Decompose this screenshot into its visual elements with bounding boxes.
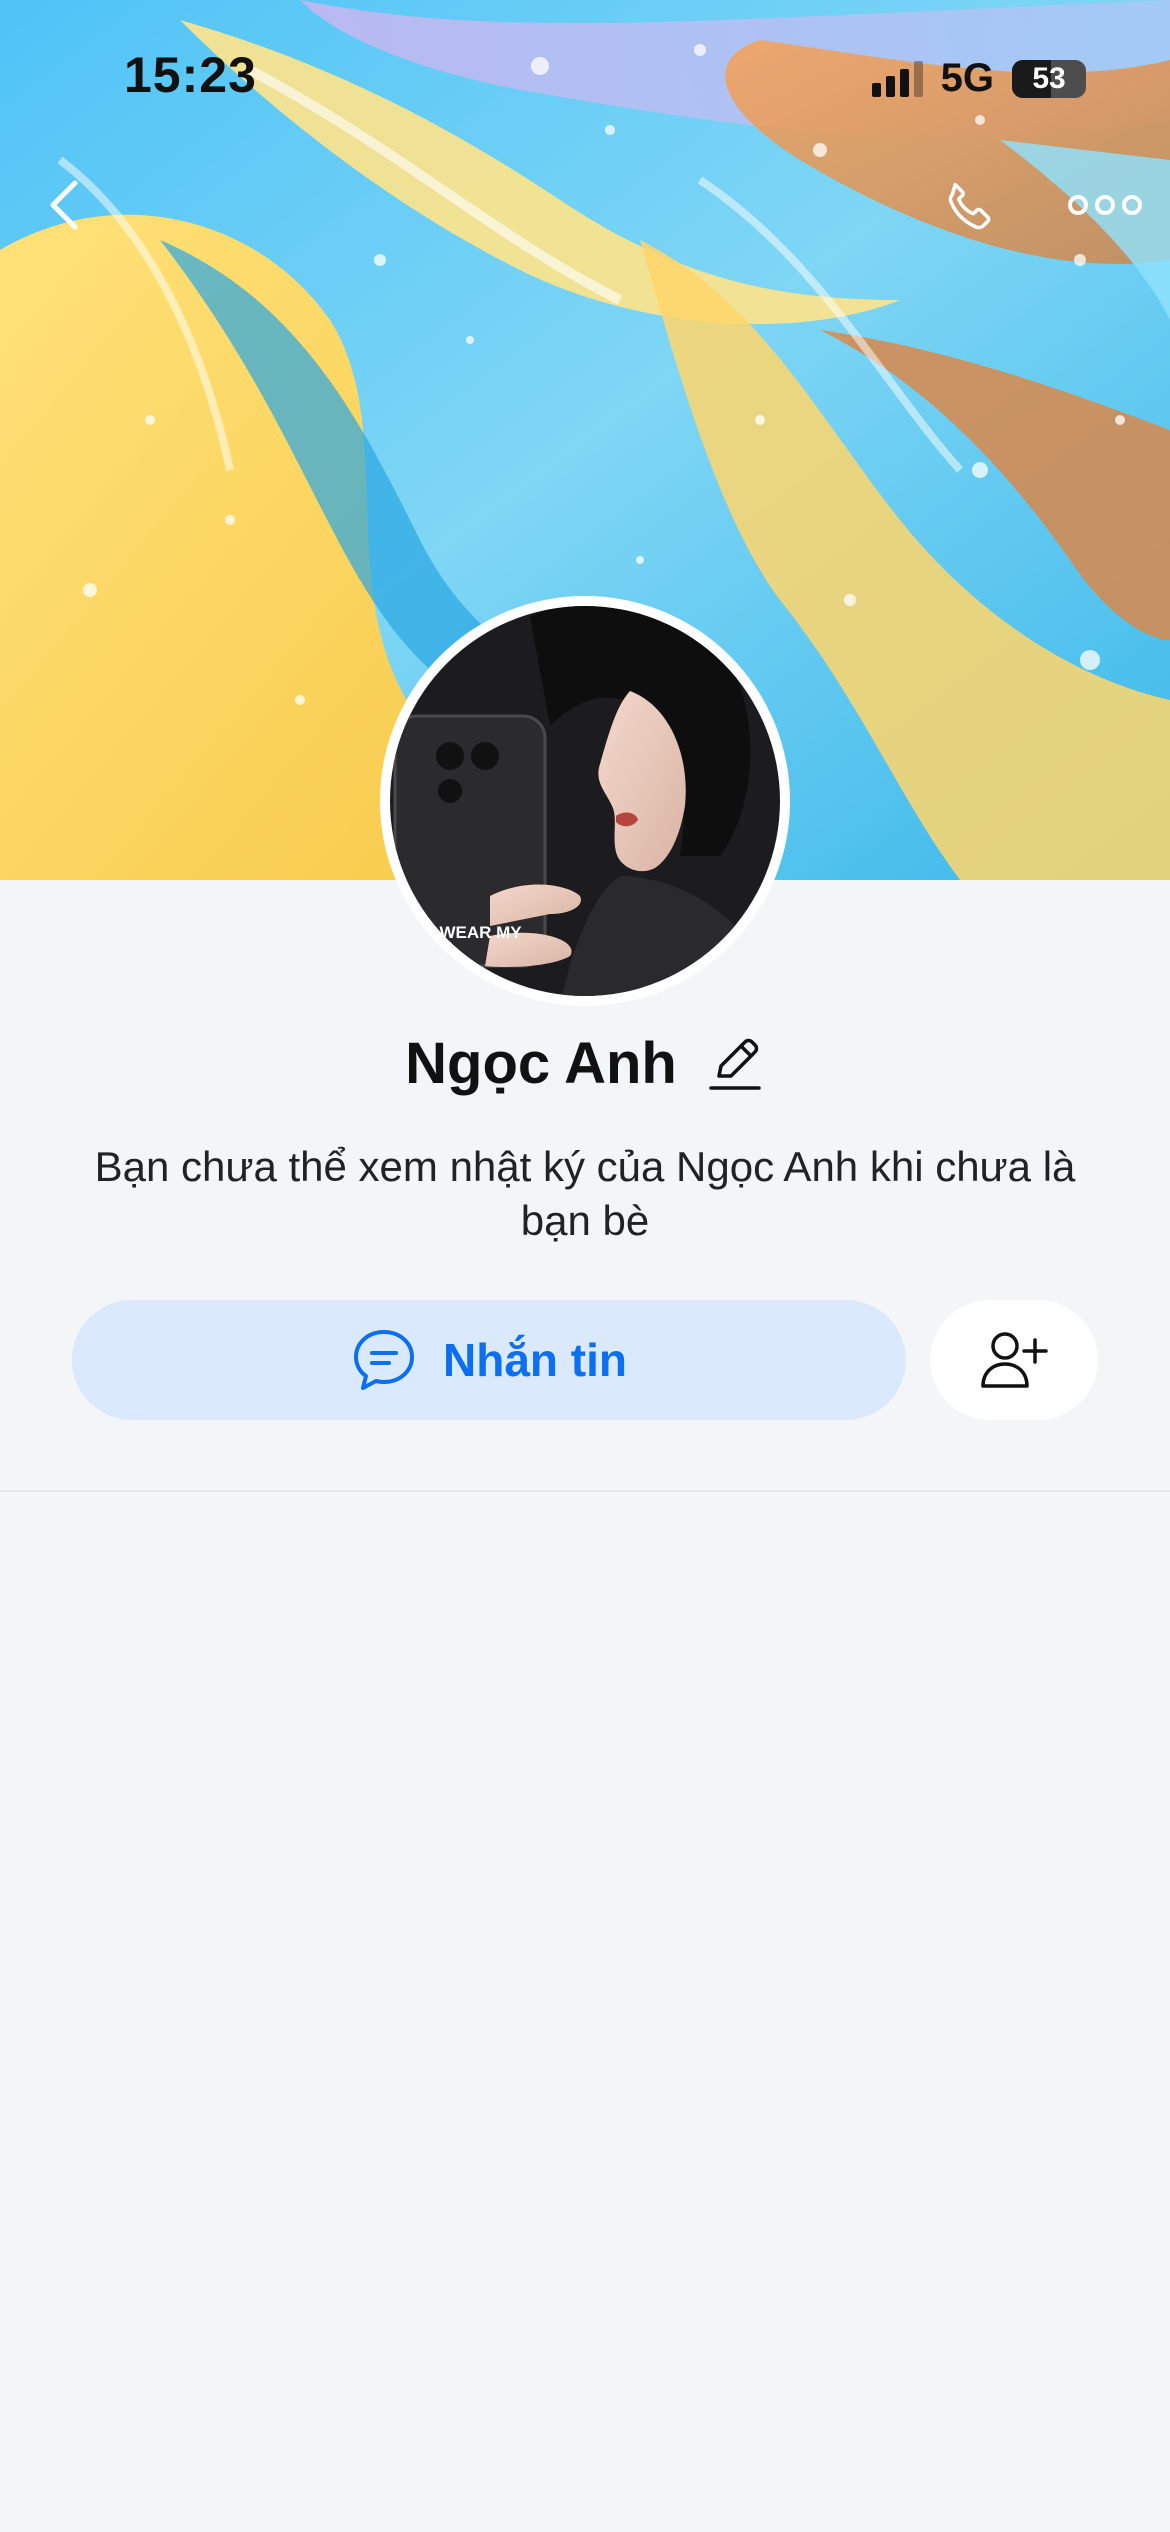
chevron-left-icon: [50, 180, 78, 230]
avatar-caption: I WEAR MY: [430, 923, 522, 942]
privacy-notice: Bạn chưa thể xem nhật ký của Ngọc Anh kh…: [94, 1143, 1076, 1244]
back-button[interactable]: [30, 170, 100, 240]
call-button[interactable]: [930, 168, 1010, 248]
more-button[interactable]: [1060, 170, 1150, 240]
network-type: 5G: [940, 56, 994, 100]
status-indicators: 5G 53: [871, 56, 1086, 101]
profile-screen: 15:23 5G 53 I WEAR MY Ngọc Anh Bạn chưa …: [0, 0, 1170, 2532]
avatar-photo: I WEAR MY: [380, 596, 790, 1006]
battery-percent: 53: [1032, 61, 1066, 95]
more-horizontal-icon: [1068, 195, 1142, 215]
add-friend-button[interactable]: [930, 1300, 1098, 1420]
profile-name: Ngọc Anh: [405, 1031, 677, 1096]
status-bar: 15:23 5G 53: [0, 0, 1170, 150]
pencil-icon: [709, 1038, 761, 1090]
phone-icon: [948, 182, 991, 230]
name-row: Ngọc Anh: [0, 1030, 1170, 1097]
edit-name-button[interactable]: [705, 1032, 765, 1096]
battery-icon: 53: [1012, 59, 1086, 98]
message-button[interactable]: Nhắn tin: [72, 1300, 906, 1420]
message-button-label: Nhắn tin: [443, 1334, 627, 1386]
chat-bubble-icon: [354, 1330, 414, 1390]
cellular-signal-icon: [871, 60, 923, 97]
status-time: 15:23: [124, 47, 257, 103]
section-divider: [0, 1490, 1170, 1492]
user-add-icon: [981, 1332, 1048, 1388]
avatar[interactable]: I WEAR MY: [380, 596, 790, 1006]
